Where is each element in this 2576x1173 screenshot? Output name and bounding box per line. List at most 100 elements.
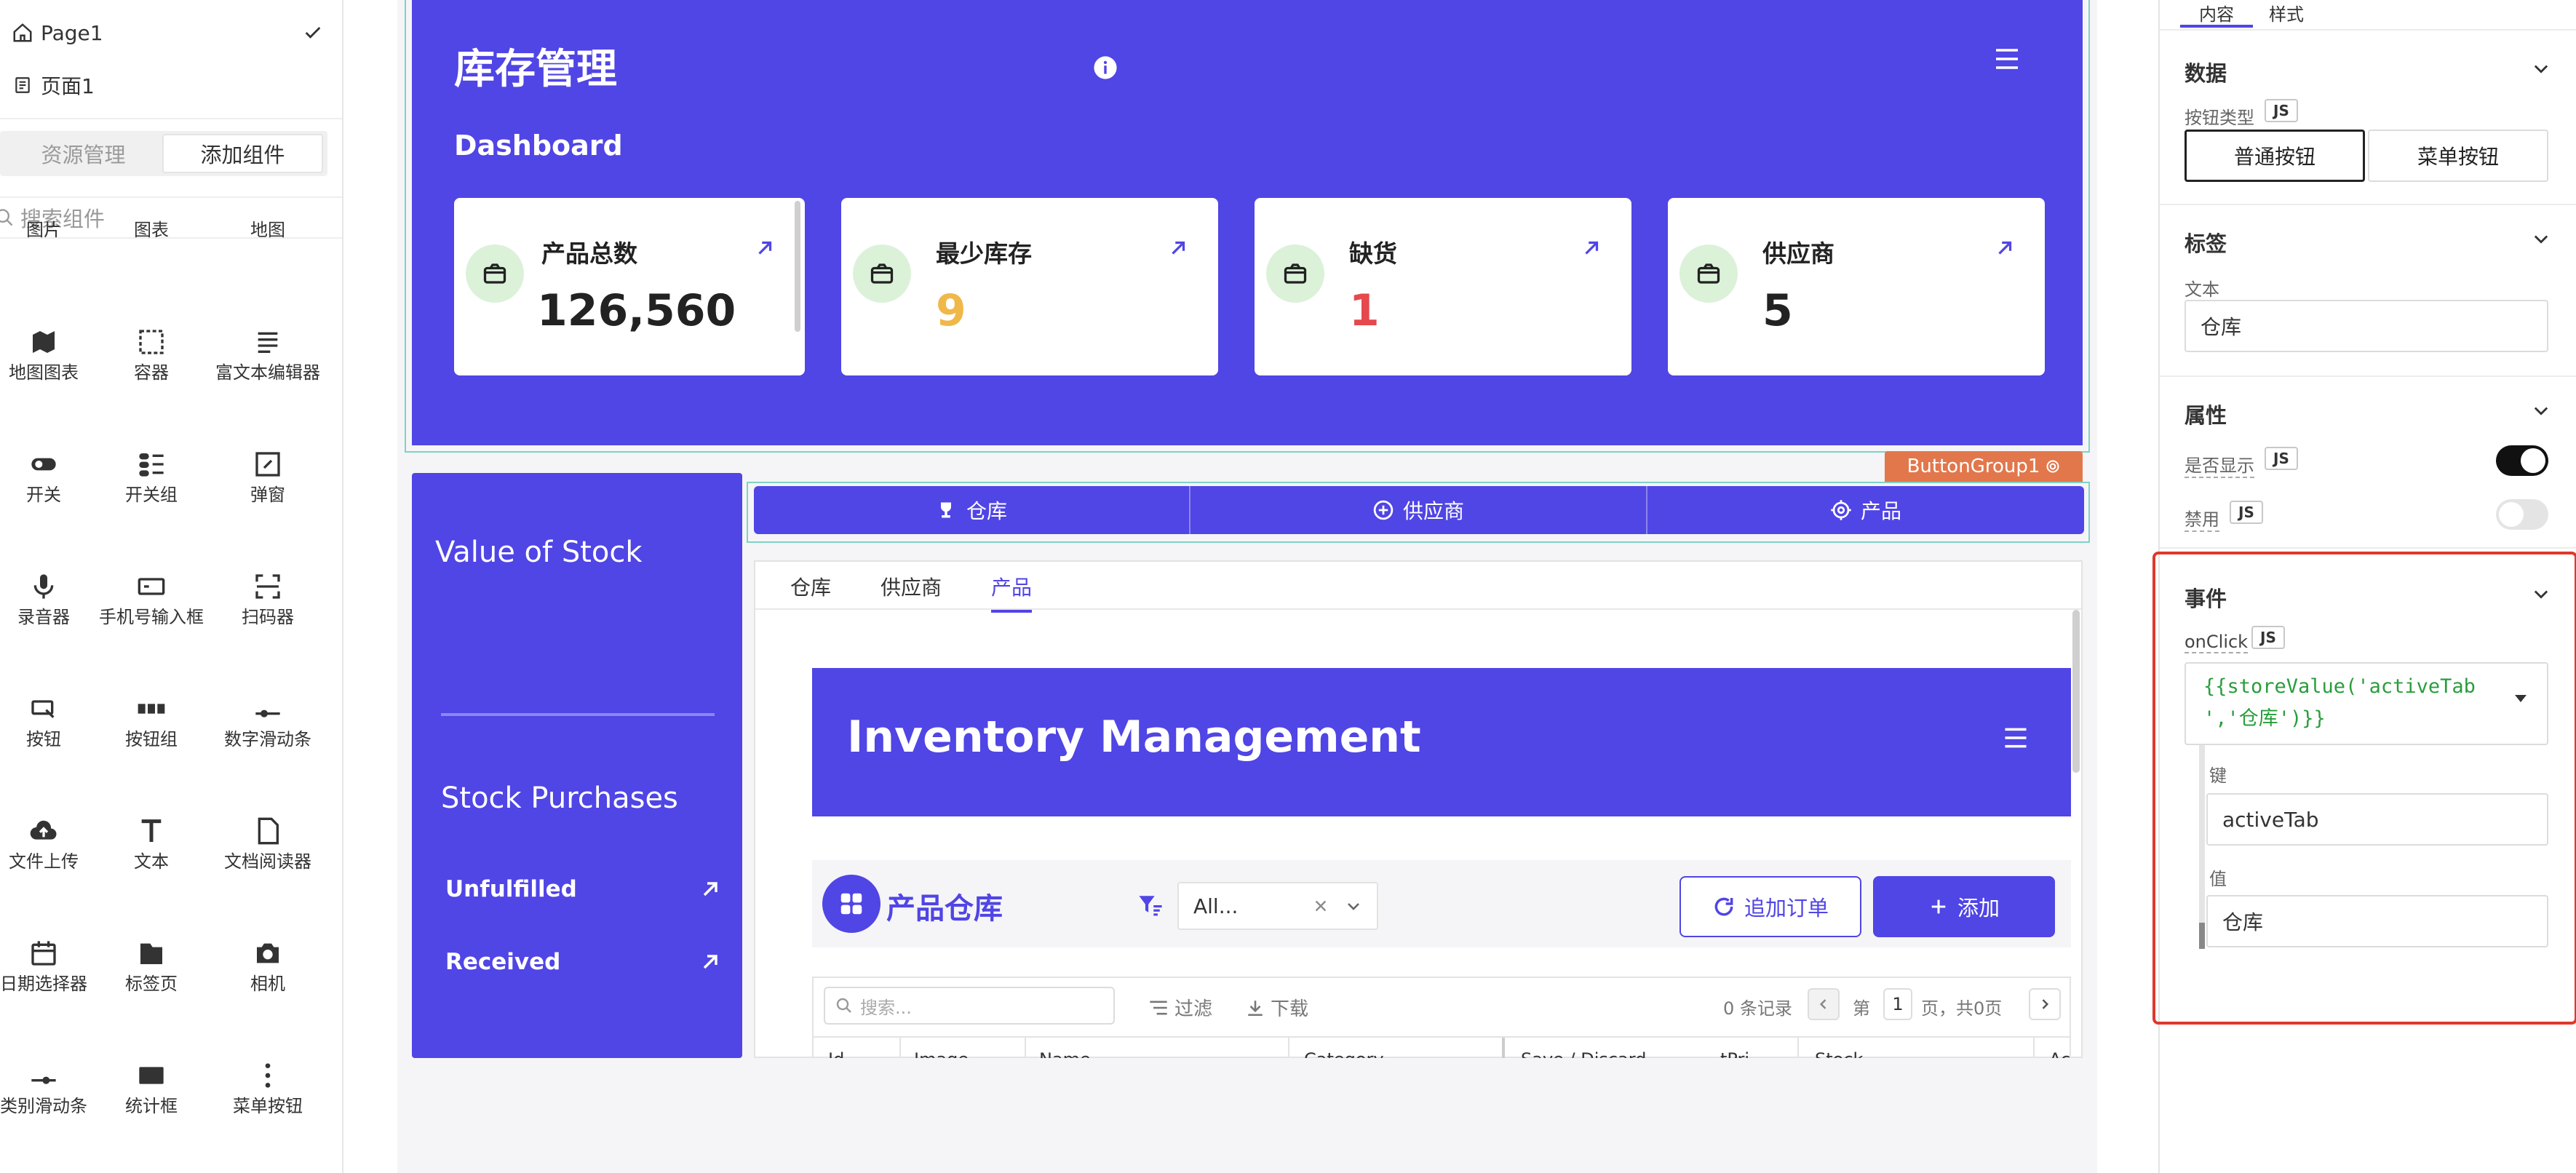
add-button[interactable]: 添加 (1873, 876, 2055, 937)
widget-camera[interactable]: 相机 (210, 934, 326, 1043)
column-divider[interactable] (2033, 1038, 2035, 1058)
table-search[interactable]: 搜索... (824, 987, 1115, 1025)
check-icon[interactable] (303, 23, 323, 43)
supplier-button[interactable]: 供应商 (1190, 486, 1647, 534)
unfulfilled-link[interactable]: Unfulfilled (445, 873, 722, 905)
tab-product[interactable]: 产品 (991, 572, 1033, 613)
disabled-switch[interactable] (2496, 499, 2548, 530)
section-label-title[interactable]: 标签 (2185, 227, 2227, 258)
text-input[interactable]: 仓库 (2185, 300, 2548, 352)
widget-pdf[interactable]: 文档阅读器 (210, 812, 326, 921)
stat-card-total-products[interactable]: 产品总数 126,560 (454, 198, 805, 375)
normal-button-option[interactable]: 普通按钮 (2185, 130, 2365, 182)
product-button[interactable]: 产品 (1647, 486, 2084, 534)
arrow-up-right-icon[interactable] (1994, 237, 2016, 259)
widget-container[interactable]: 容器 (93, 323, 210, 432)
chevron-down-icon[interactable] (2531, 228, 2551, 249)
column-divider[interactable] (1797, 1038, 1799, 1058)
reorder-button[interactable]: 追加订单 (1679, 876, 1861, 937)
widget-button-group[interactable]: 按钮组 (93, 690, 210, 799)
tab-warehouse[interactable]: 仓库 (790, 572, 831, 601)
visible-switch[interactable] (2496, 445, 2548, 476)
chevron-down-icon[interactable] (2531, 584, 2551, 604)
tab-add-widget[interactable]: 添加组件 (162, 134, 323, 173)
stat-card-suppliers[interactable]: 供应商 5 (1668, 198, 2045, 375)
dashboard-header[interactable]: 库存管理 Dashboard 产品总数 126,560 最少库存 9 缺货 1 … (412, 0, 2083, 445)
tab-content[interactable]: 内容 (2180, 0, 2253, 28)
menu-button-option[interactable]: 菜单按钮 (2368, 130, 2548, 182)
widget-name-badge[interactable]: ButtonGroup1 (1885, 451, 2083, 482)
column-header[interactable]: Id (828, 1049, 844, 1058)
column-header[interactable]: tPri (1720, 1049, 1749, 1058)
widget-phone-input[interactable]: 手机号输入框 (93, 568, 210, 677)
column-divider[interactable] (1502, 1038, 1505, 1058)
widget-map-chart[interactable]: 地图图表 (0, 323, 102, 432)
widget-toggle[interactable]: 开关 (0, 445, 102, 554)
menu-icon[interactable] (2003, 726, 2029, 749)
column-divider[interactable] (1025, 1038, 1026, 1058)
chevron-down-icon[interactable] (1345, 897, 1362, 915)
download-action[interactable]: 下载 (1246, 994, 1308, 1021)
widget-modal[interactable]: 弹窗 (210, 445, 326, 554)
filter-action[interactable]: 过滤 (1148, 994, 1212, 1021)
tab-supplier[interactable]: 供应商 (880, 572, 942, 601)
key-input[interactable]: activeTab (2206, 793, 2548, 846)
chevron-down-icon[interactable] (2531, 58, 2551, 79)
page-item-row[interactable]: 页面1 (0, 61, 342, 109)
close-icon[interactable] (1313, 898, 1329, 914)
arrow-up-right-icon[interactable] (1167, 237, 1189, 259)
column-header[interactable]: Image (914, 1049, 969, 1058)
column-header[interactable]: Category (1304, 1049, 1384, 1058)
js-toggle[interactable]: JS (2265, 447, 2298, 470)
next-page-button[interactable] (2029, 988, 2061, 1020)
widget-stat-box[interactable]: 统计框 (93, 1057, 210, 1166)
column-divider[interactable] (899, 1038, 901, 1058)
onclick-code-editor[interactable]: {{storeValue('activeTab ','仓库')}} (2185, 662, 2548, 745)
column-header[interactable]: Name (1039, 1049, 1091, 1058)
widget-scanner[interactable]: 扫码器 (210, 568, 326, 677)
stat-card-out-of-stock[interactable]: 缺货 1 (1255, 198, 1631, 375)
received-link[interactable]: Received (445, 946, 722, 978)
column-header[interactable]: Save / Discard (1521, 1049, 1647, 1058)
widget-button[interactable]: 按钮 (0, 690, 102, 799)
chevron-down-icon[interactable] (2531, 400, 2551, 421)
caret-down-icon[interactable] (2513, 693, 2528, 704)
column-divider[interactable] (1288, 1038, 1289, 1058)
stat-card-min-stock[interactable]: 最少库存 9 (841, 198, 1218, 375)
js-toggle[interactable]: JS (2251, 626, 2285, 649)
scrollbar[interactable] (2072, 610, 2080, 773)
widget-image[interactable]: 图片 (0, 218, 102, 327)
scrollbar[interactable] (795, 201, 800, 332)
info-icon[interactable] (1093, 55, 1118, 80)
section-events-title[interactable]: 事件 (2185, 582, 2227, 613)
prev-page-button[interactable] (1808, 988, 1840, 1020)
warehouse-button[interactable]: 仓库 (754, 486, 1190, 534)
section-props-title[interactable]: 属性 (2185, 399, 2227, 429)
widget-calendar[interactable]: 日期选择器 (0, 934, 102, 1043)
js-toggle[interactable]: JS (2230, 501, 2263, 524)
widget-rich-text[interactable]: 富文本编辑器 (210, 323, 326, 432)
tab-style[interactable]: 样式 (2269, 0, 2304, 25)
section-data-title[interactable]: 数据 (2185, 57, 2227, 87)
column-header[interactable]: Ac (2049, 1049, 2070, 1058)
widget-upload[interactable]: 文件上传 (0, 812, 102, 921)
page-group-row[interactable]: Page1 (0, 9, 342, 57)
widget-category-slider[interactable]: 类别滑动条 (0, 1057, 102, 1166)
widget-map[interactable]: 地图 (210, 218, 326, 327)
widget-microphone[interactable]: 录音器 (0, 568, 102, 677)
arrow-up-right-icon[interactable] (1581, 237, 1602, 259)
widget-toggle-group[interactable]: 开关组 (93, 445, 210, 554)
arrow-up-right-icon[interactable] (754, 237, 776, 259)
filter-select[interactable]: All... (1177, 882, 1378, 930)
menu-icon[interactable] (1994, 47, 2020, 71)
widget-number-slider[interactable]: 数字滑动条 (210, 690, 326, 799)
column-header[interactable]: Stock (1815, 1049, 1863, 1058)
js-toggle[interactable]: JS (2265, 99, 2298, 122)
widget-text[interactable]: 文本 (93, 812, 210, 921)
widget-menu-button[interactable]: 菜单按钮 (210, 1057, 326, 1166)
value-input[interactable]: 仓库 (2206, 895, 2548, 947)
widget-chart[interactable]: 图表 (93, 218, 210, 327)
tab-resources[interactable]: 资源管理 (4, 134, 162, 173)
page-number-input[interactable]: 1 (1883, 988, 1912, 1020)
widget-tabs[interactable]: 标签页 (93, 934, 210, 1043)
